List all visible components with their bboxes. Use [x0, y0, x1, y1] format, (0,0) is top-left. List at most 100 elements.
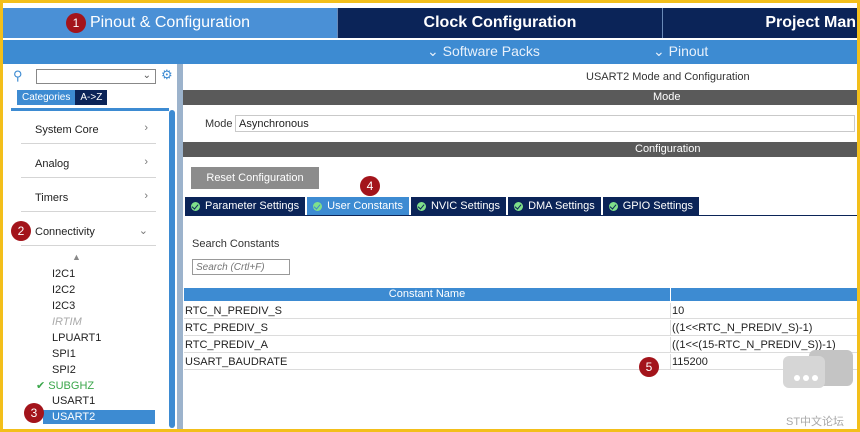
- reset-configuration-button[interactable]: Reset Configuration: [191, 167, 319, 189]
- tab-gpio-settings[interactable]: GPIO Settings: [602, 197, 700, 215]
- tab-label: DMA Settings: [528, 200, 595, 212]
- main-panel: USART2 Mode and Configuration Mode Mode …: [183, 66, 857, 429]
- section-label: Configuration: [635, 143, 701, 155]
- tab-dma-settings[interactable]: DMA Settings: [508, 197, 601, 215]
- tab-project-manager[interactable]: Project Man: [663, 8, 857, 38]
- constant-value: 10: [672, 305, 685, 317]
- category-system-core[interactable]: System Core ›: [21, 114, 156, 144]
- watermark-logo: [783, 356, 825, 388]
- constant-name: RTC_N_PREDIV_S: [185, 305, 282, 317]
- column-header-value[interactable]: [670, 288, 857, 301]
- category-label: Timers: [35, 192, 69, 204]
- chevron-right-icon: ›: [144, 156, 148, 168]
- mode-select[interactable]: Asynchronous: [235, 115, 855, 132]
- list-item-i2c2[interactable]: I2C2: [52, 284, 75, 296]
- search-constants-input[interactable]: [192, 259, 290, 275]
- chevron-right-icon: ›: [144, 190, 148, 202]
- sidebar-search-input[interactable]: ⌄: [36, 69, 156, 84]
- divider: [11, 108, 169, 111]
- tab-label: NVIC Settings: [430, 200, 501, 212]
- list-item-usart2[interactable]: USART2: [43, 410, 155, 424]
- tab-pinout-configuration[interactable]: Pinout & Configuration: [3, 8, 338, 38]
- tab-categories[interactable]: Categories: [17, 90, 76, 105]
- mode-label: Mode: [205, 118, 233, 130]
- constant-name: USART_BAUDRATE: [185, 356, 288, 368]
- list-item-subghz[interactable]: ✔ SUBGHZ: [36, 379, 94, 392]
- tab-label: Clock Configuration: [423, 14, 577, 31]
- category-connectivity[interactable]: Connectivity ⌄: [21, 216, 156, 246]
- watermark-text: ST中文论坛: [786, 416, 845, 428]
- category-view-tabs: Categories A->Z: [17, 90, 108, 105]
- category-label: Connectivity: [35, 226, 95, 238]
- check-circle-icon: [416, 201, 426, 211]
- tab-user-constants[interactable]: User Constants: [307, 197, 409, 215]
- software-packs-menu[interactable]: ⌄ Software Packs: [427, 43, 540, 60]
- tab-nvic-settings[interactable]: NVIC Settings: [410, 197, 507, 215]
- mode-header: Mode: [183, 90, 857, 105]
- page-title: USART2 Mode and Configuration: [586, 71, 750, 83]
- step-marker-1: 1: [66, 13, 86, 33]
- cell-divider: [670, 337, 671, 353]
- scrollbar[interactable]: [169, 110, 175, 428]
- category-label: Analog: [35, 158, 70, 170]
- list-item-i2c3[interactable]: I2C3: [52, 300, 75, 312]
- constant-value: ((1<<RTC_N_PREDIV_S)-1): [672, 322, 813, 334]
- tab-label: User Constants: [327, 200, 403, 212]
- tab-parameter-settings[interactable]: Parameter Settings: [185, 197, 306, 215]
- chevron-down-icon[interactable]: ⌄: [143, 70, 151, 81]
- table-row[interactable]: RTC_PREDIV_A ((1<<(15-RTC_N_PREDIV_S))-1): [184, 337, 857, 353]
- chevron-down-icon: ⌄: [653, 43, 665, 59]
- search-icon[interactable]: ⚲: [13, 68, 23, 84]
- step-marker-3: 3: [24, 403, 44, 423]
- sidebar-search-row: ⚲ ⌄ ⚙: [11, 67, 177, 86]
- category-timers[interactable]: Timers ›: [21, 182, 156, 212]
- check-circle-icon: [313, 201, 323, 211]
- table-row[interactable]: RTC_N_PREDIV_S 10: [184, 303, 857, 319]
- tab-label: Parameter Settings: [205, 200, 300, 212]
- constant-name: RTC_PREDIV_A: [185, 339, 268, 351]
- chevron-down-icon: ⌄: [427, 43, 439, 59]
- divider: [185, 215, 857, 216]
- cell-divider: [670, 354, 671, 370]
- sort-arrow-icon: ▲: [72, 252, 81, 262]
- list-item-i2c1[interactable]: I2C1: [52, 268, 75, 280]
- step-marker-2: 2: [11, 221, 31, 241]
- table-row[interactable]: USART_BAUDRATE 115200: [184, 354, 857, 370]
- check-icon: ✔: [36, 380, 46, 392]
- tab-a-to-z[interactable]: A->Z: [75, 90, 108, 105]
- tab-label: Pinout & Configuration: [89, 14, 251, 31]
- tab-clock-configuration[interactable]: Clock Configuration: [338, 8, 663, 38]
- tab-label: Project Man: [765, 14, 856, 31]
- list-item-spi2[interactable]: SPI2: [52, 364, 76, 376]
- cell-divider: [670, 320, 671, 336]
- category-label: System Core: [35, 124, 99, 136]
- search-constants-label: Search Constants: [192, 238, 280, 250]
- list-item-lpuart1[interactable]: LPUART1: [52, 332, 101, 344]
- pinout-menu[interactable]: ⌄ Pinout: [653, 43, 708, 60]
- list-item-irtim[interactable]: IRTIM: [52, 316, 82, 328]
- sidebar: ⚲ ⌄ ⚙ Categories A->Z System Core › Anal…: [11, 66, 177, 429]
- list-item-usart1[interactable]: USART1: [52, 395, 95, 407]
- sub-toolbar: ⌄ Software Packs ⌄ Pinout: [3, 40, 857, 64]
- check-circle-icon: [191, 201, 200, 211]
- pinout-label: Pinout: [668, 43, 709, 59]
- configuration-tabs: Parameter Settings User Constants NVIC S…: [185, 197, 701, 215]
- screenshot-frame: Pinout & Configuration Clock Configurati…: [0, 0, 860, 432]
- item-label: USART2: [52, 411, 96, 423]
- software-packs-label: Software Packs: [442, 43, 540, 59]
- step-marker-5: 5: [639, 357, 659, 377]
- chevron-right-icon: ›: [144, 122, 148, 134]
- table-row[interactable]: RTC_PREDIV_S ((1<<RTC_N_PREDIV_S)-1): [184, 320, 857, 336]
- list-item-spi1[interactable]: SPI1: [52, 348, 76, 360]
- configuration-header: Configuration: [183, 142, 857, 157]
- table-header: Constant Name: [184, 288, 857, 301]
- gear-icon[interactable]: ⚙: [161, 67, 173, 83]
- item-label: SUBGHZ: [48, 380, 95, 392]
- category-analog[interactable]: Analog ›: [21, 148, 156, 178]
- column-header-constant-name[interactable]: Constant Name: [184, 288, 670, 301]
- constant-value: 115200: [672, 356, 708, 368]
- check-circle-icon: [608, 201, 618, 211]
- top-tab-bar: Pinout & Configuration Clock Configurati…: [3, 8, 857, 38]
- tab-label: GPIO Settings: [622, 200, 694, 212]
- cell-divider: [670, 303, 671, 319]
